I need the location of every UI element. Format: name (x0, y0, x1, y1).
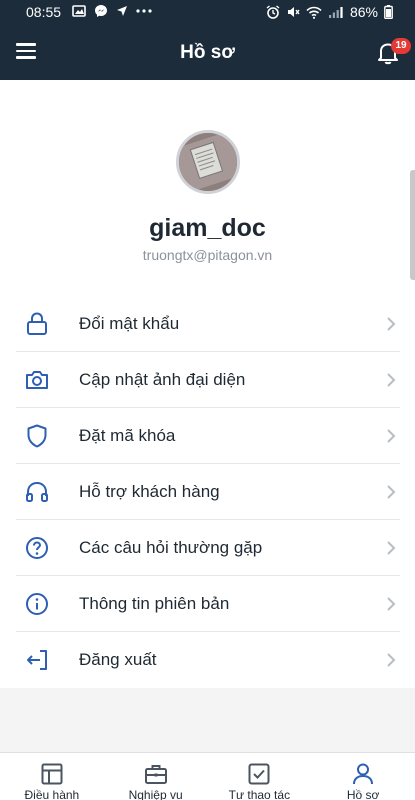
help-circle-icon (26, 537, 48, 559)
messenger-icon (95, 5, 107, 17)
info-icon (26, 593, 48, 615)
tab-ho-so[interactable]: Hồ sơ (311, 753, 415, 800)
avatar-photo (179, 133, 237, 191)
menu-item-label: Các câu hỏi thường gặp (79, 538, 263, 557)
profile-card: giam_doc truongtx@pitagon.vn Đổi mật khẩ… (0, 80, 415, 688)
chevron-right-icon (387, 317, 396, 331)
profile-username: giam_doc (149, 214, 266, 242)
menu-item-label: Thông tin phiên bản (79, 594, 230, 613)
headphones-icon (26, 481, 48, 502)
menu-item-label: Hỗ trợ khách hàng (79, 482, 220, 501)
lock-icon (27, 312, 47, 335)
tab-label: Nghiệp vụ (128, 788, 183, 800)
tab-nghiep-vu[interactable]: Nghiệp vụ (104, 753, 208, 800)
avatar[interactable] (176, 130, 240, 194)
tab-dieu-hanh[interactable]: Điều hành (0, 753, 104, 800)
chevron-right-icon (387, 653, 396, 667)
tab-label: Tự thao tác (228, 788, 291, 800)
menu-item-version-info[interactable]: Thông tin phiên bản (16, 576, 400, 632)
checkbox-icon (248, 763, 270, 785)
menu-item-customer-support[interactable]: Hỗ trợ khách hàng (16, 464, 400, 520)
notification-badge: 19 (391, 38, 411, 54)
page-title: Hồ sơ (180, 42, 235, 63)
menu-item-label: Đăng xuất (79, 650, 157, 669)
menu-item-logout[interactable]: Đăng xuất (16, 632, 400, 688)
status-right-icons: 86% (266, 4, 393, 20)
alarm-icon (266, 5, 280, 19)
chevron-right-icon (387, 429, 396, 443)
navigation-icon (117, 6, 127, 16)
shield-icon (27, 424, 47, 448)
status-left-icons (72, 4, 152, 18)
app-bar: Hồ sơ 19 (0, 24, 415, 80)
chevron-right-icon (387, 541, 396, 555)
status-time: 08:55 (26, 4, 62, 20)
dashboard-icon (41, 763, 63, 785)
battery-percent: 86% (349, 4, 378, 20)
profile-menu: Đổi mật khẩu Cập nhật ảnh đại diện Đặt m… (16, 296, 400, 688)
top-header: 08:55 86% Hồ sơ 19 (0, 0, 415, 80)
menu-item-update-avatar[interactable]: Cập nhật ảnh đại diện (16, 352, 400, 408)
chevron-right-icon (387, 373, 396, 387)
status-bar: 08:55 86% (0, 0, 415, 24)
tab-label: Hồ sơ (346, 788, 380, 800)
more-dots-icon (136, 9, 152, 13)
chevron-right-icon (387, 597, 396, 611)
chevron-right-icon (387, 485, 396, 499)
menu-item-faq[interactable]: Các câu hỏi thường gặp (16, 520, 400, 576)
signal-icon (328, 6, 343, 18)
user-icon (353, 763, 374, 785)
profile-email: truongtx@pitagon.vn (142, 247, 273, 263)
wifi-icon (306, 6, 322, 19)
briefcase-icon (144, 765, 167, 784)
gallery-icon (72, 5, 86, 17)
logout-icon (27, 650, 47, 670)
edge-panel-handle[interactable] (410, 170, 415, 280)
bottom-navigation: Điều hành Nghiệp vụ Tự thao tác Hồ sơ (0, 752, 415, 800)
mute-icon (287, 7, 300, 17)
menu-item-set-passcode[interactable]: Đặt mã khóa (16, 408, 400, 464)
menu-item-label: Đổi mật khẩu (79, 314, 180, 333)
battery-icon (384, 5, 393, 19)
tab-label: Điều hành (24, 788, 80, 800)
menu-item-label: Cập nhật ảnh đại diện (79, 370, 246, 389)
camera-icon (26, 371, 48, 389)
menu-item-label: Đặt mã khóa (79, 426, 176, 445)
tab-tu-thao-tac[interactable]: Tự thao tác (208, 753, 312, 800)
menu-item-change-password[interactable]: Đổi mật khẩu (16, 296, 400, 352)
